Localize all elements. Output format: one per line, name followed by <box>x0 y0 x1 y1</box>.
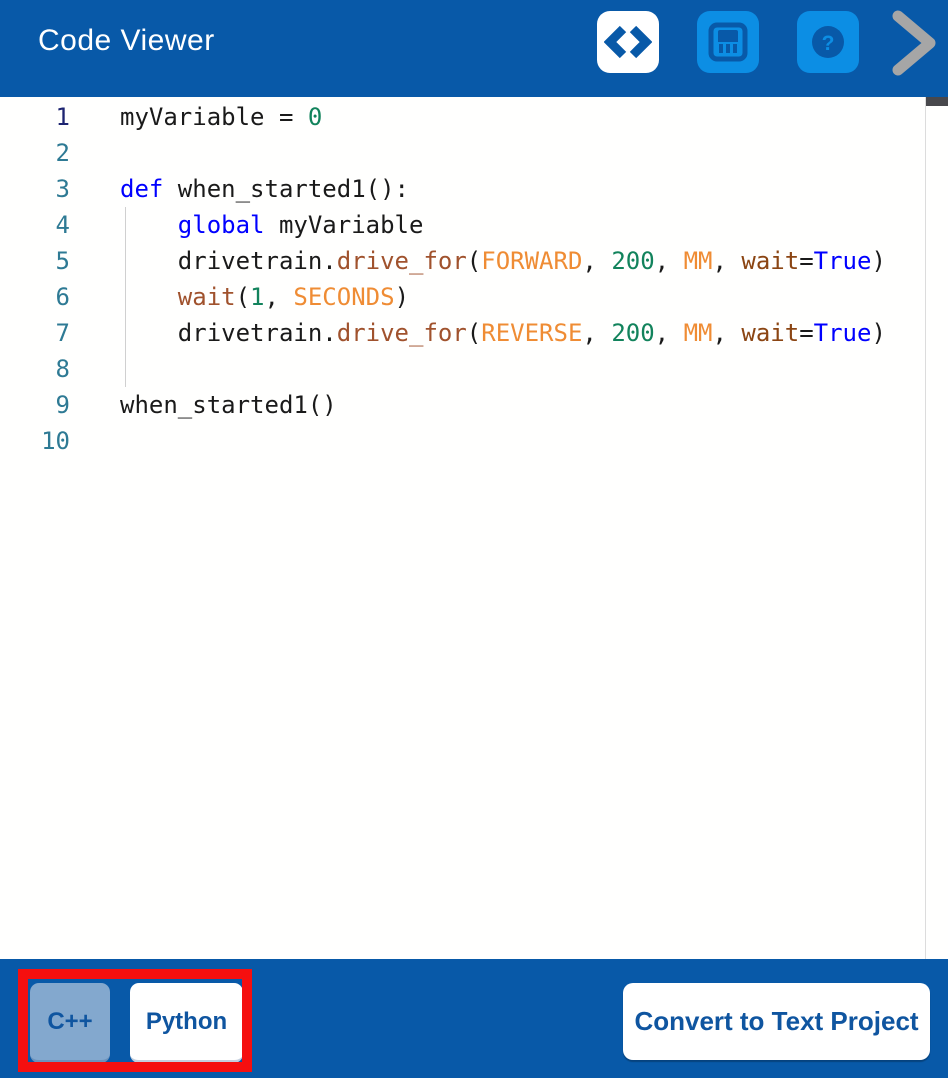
help-icon: ? <box>804 18 852 66</box>
python-tab[interactable]: Python <box>130 983 243 1063</box>
code-viewer-button[interactable] <box>597 11 659 73</box>
brain-button[interactable] <box>697 11 759 73</box>
scrollbar-thumb[interactable] <box>926 97 948 106</box>
code-line: 10 <box>0 423 925 459</box>
code-text: when_started1() <box>120 391 337 419</box>
code-text: def when_started1(): <box>120 175 409 203</box>
code-text: myVariable = 0 <box>120 103 322 131</box>
code-line: 8 <box>0 351 925 387</box>
code-line: 4 global myVariable <box>0 207 925 243</box>
page-title: Code Viewer <box>38 24 215 58</box>
line-number: 9 <box>0 391 70 419</box>
line-number: 7 <box>0 319 70 347</box>
code-line: 1 myVariable = 0 <box>0 99 925 135</box>
line-number: 1 <box>0 103 70 131</box>
chevron-right-icon <box>886 8 942 78</box>
line-number: 2 <box>0 139 70 167</box>
line-number: 5 <box>0 247 70 275</box>
line-number: 8 <box>0 355 70 383</box>
code-line: 2 <box>0 135 925 171</box>
brain-icon <box>704 18 752 66</box>
code-line: 7 drivetrain.drive_for(REVERSE, 200, MM,… <box>0 315 925 351</box>
code-text: drivetrain.drive_for(REVERSE, 200, MM, w… <box>120 319 886 347</box>
footer: C++ Python Convert to Text Project <box>0 959 948 1078</box>
cpp-tab[interactable]: C++ <box>30 983 110 1063</box>
scrollbar-track[interactable] <box>925 97 948 959</box>
header: Code Viewer <box>0 0 948 97</box>
code-line: 6 wait(1, SECONDS) <box>0 279 925 315</box>
code-text: drivetrain.drive_for(FORWARD, 200, MM, w… <box>120 247 886 275</box>
code-line: 5 drivetrain.drive_for(FORWARD, 200, MM,… <box>0 243 925 279</box>
expand-button[interactable] <box>886 8 942 78</box>
code-area: 1 myVariable = 0 2 3 def when_started1(): 4 g… <box>0 97 948 959</box>
line-number: 6 <box>0 283 70 311</box>
code-text: wait(1, SECONDS) <box>120 283 409 311</box>
code-line: 3 def when_started1(): <box>0 171 925 207</box>
code-brackets-icon <box>604 18 652 66</box>
code-line: 9 when_started1() <box>0 387 925 423</box>
line-number: 10 <box>0 427 70 455</box>
code-lines: 1 myVariable = 0 2 3 def when_started1(): 4 g… <box>0 99 925 459</box>
line-number: 4 <box>0 211 70 239</box>
convert-to-text-project-button[interactable]: Convert to Text Project <box>623 983 930 1060</box>
line-number: 3 <box>0 175 70 203</box>
code-viewer-window: Code Viewer <box>0 0 948 1078</box>
code-text: global myVariable <box>120 211 423 239</box>
svg-text:?: ? <box>822 32 835 55</box>
help-button[interactable]: ? <box>797 11 859 73</box>
